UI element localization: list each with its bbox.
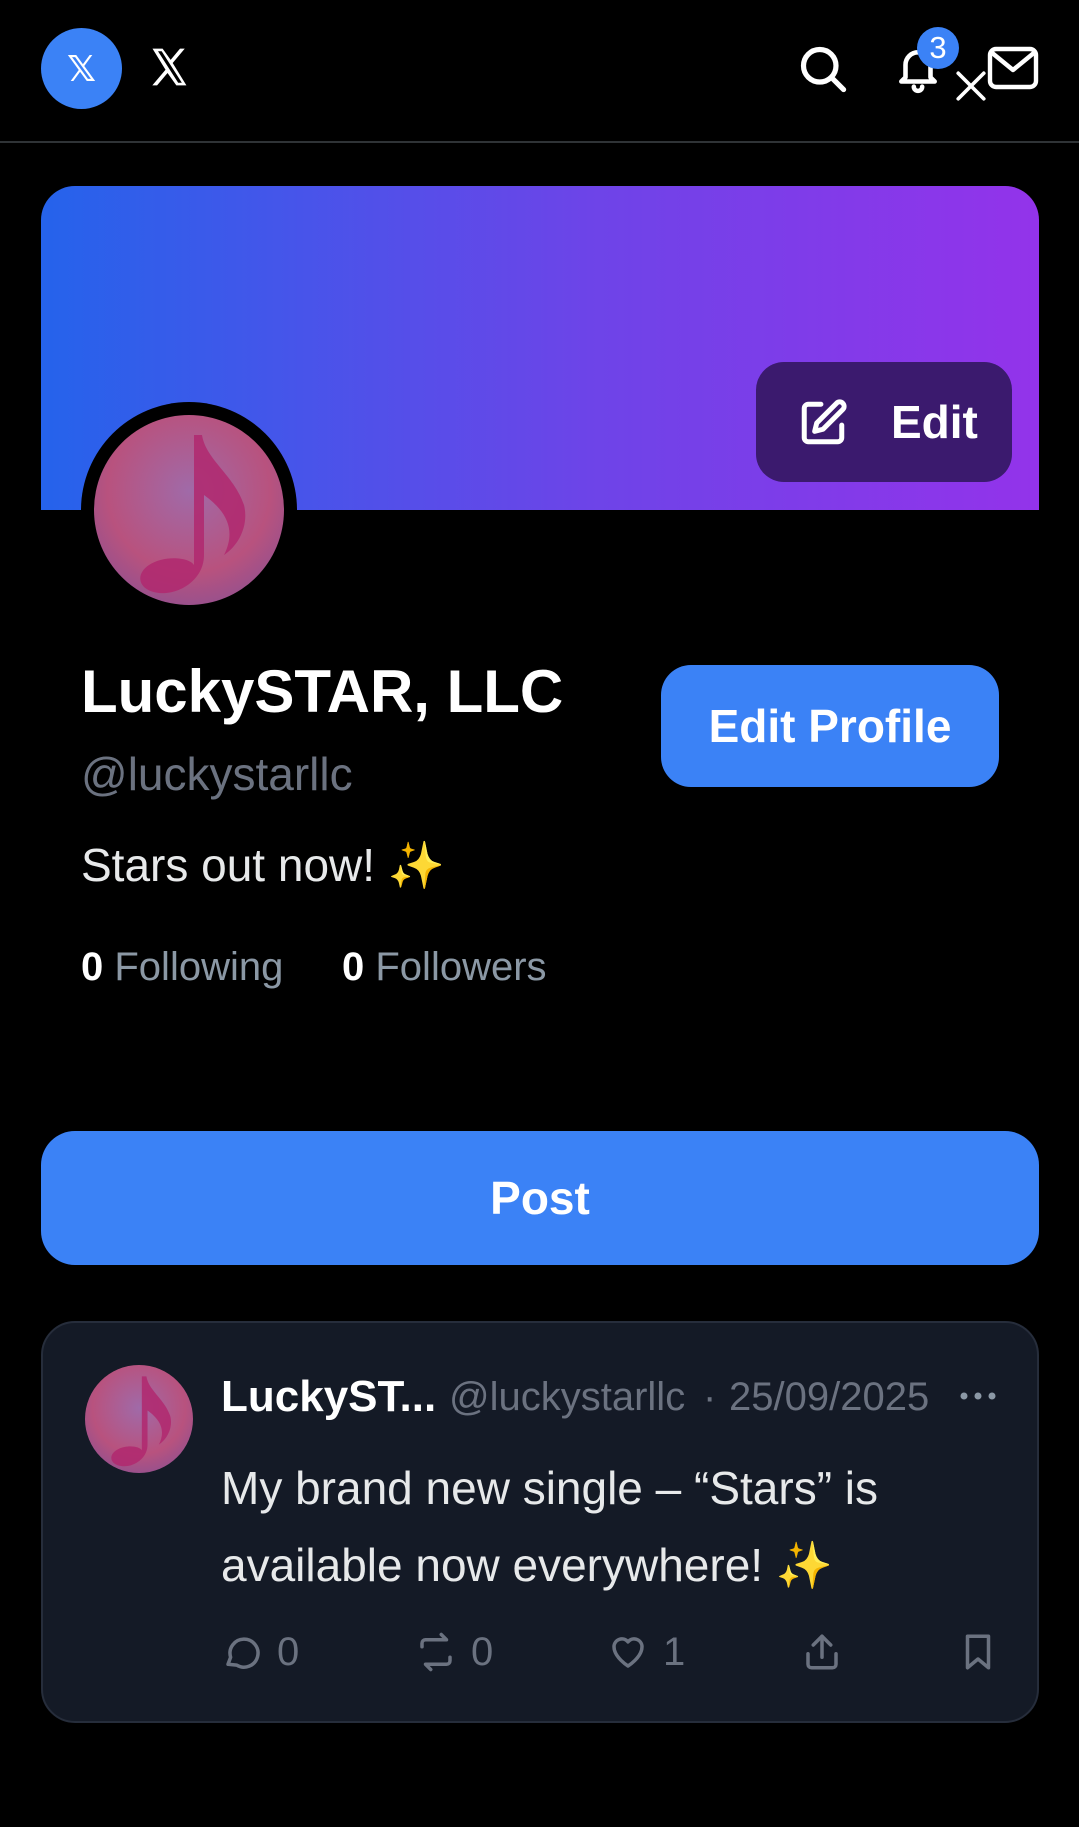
following-label: Following [114,945,284,989]
share-button[interactable] [801,1629,843,1675]
reply-button[interactable]: 0 [221,1629,299,1675]
repost-count: 0 [471,1629,494,1674]
comment-icon [226,1637,260,1669]
post-button[interactable]: Post [41,1131,1039,1265]
profile-avatar[interactable] [81,402,297,618]
post-separator: · [703,1375,717,1419]
more-options-icon[interactable] [959,1389,997,1403]
profile-handle: @luckystarllc [81,748,353,800]
edit-banner-button[interactable]: Edit [756,362,1012,482]
post-text: My brand new single – “Stars” is availab… [221,1462,879,1591]
edit-icon [801,399,847,445]
close-icon[interactable] [954,69,988,103]
top-bar: 𝕏 3 [0,0,1079,143]
repost-button[interactable]: 0 [415,1629,493,1675]
like-button[interactable]: 1 [607,1629,685,1675]
followers-stat[interactable]: 0 Followers [342,945,547,990]
post-author-handle: @luckystarllc [449,1375,686,1419]
search-icon[interactable] [797,43,849,95]
like-count: 1 [663,1629,686,1674]
post-date: 25/09/2025 [729,1375,930,1419]
music-note-icon [111,1376,172,1467]
heart-icon [612,1637,644,1668]
edit-banner-label: Edit [891,396,978,448]
following-stat[interactable]: 0 Following [81,945,283,990]
followers-label: Followers [375,945,547,989]
bookmark-icon [965,1634,991,1670]
followers-count: 0 [342,945,365,989]
profile-name: LuckySTAR, LLC [81,658,564,725]
music-note-icon [140,435,246,594]
x-logo-icon[interactable] [147,42,191,92]
share-icon [806,1634,838,1670]
notification-badge: 3 [917,27,959,69]
profile-bio: Stars out now! ✨ [81,839,446,891]
repost-icon [420,1632,452,1672]
post-author-name[interactable]: LuckyST... [221,1372,436,1422]
edit-profile-button[interactable]: Edit Profile [661,665,999,787]
reply-count: 0 [277,1629,300,1674]
bookmark-button[interactable] [957,1629,999,1675]
post-card[interactable]: LuckyST... @luckystarllc · 25/09/2025 My… [41,1321,1039,1723]
mail-icon[interactable] [986,46,1040,90]
account-avatar[interactable]: 𝕏 [41,28,122,109]
following-count: 0 [81,945,104,989]
post-author-avatar[interactable] [85,1365,193,1473]
